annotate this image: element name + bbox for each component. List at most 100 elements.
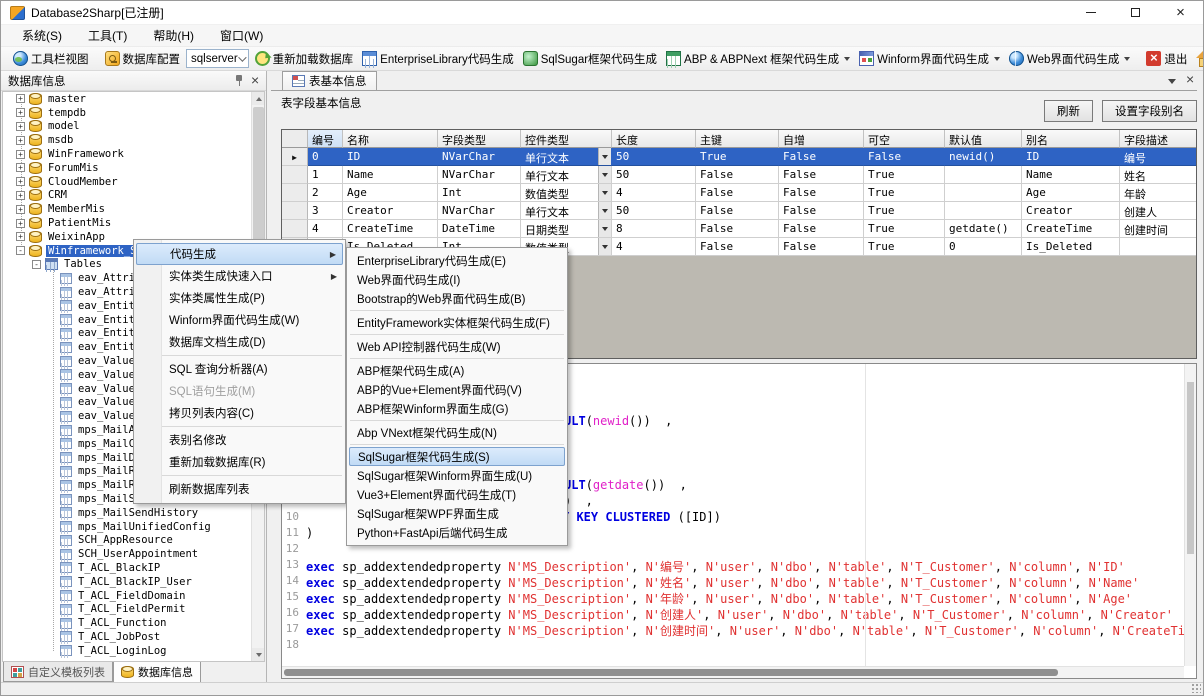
menubar-item-2[interactable]: 帮助(H)	[140, 25, 207, 46]
grid-cell[interactable]: 年龄	[1120, 184, 1197, 202]
grid-header-5[interactable]: 主键	[696, 130, 779, 148]
grid-cell[interactable]: getdate()	[945, 220, 1022, 238]
tab-database-info[interactable]: 数据库信息	[113, 661, 201, 683]
submenu-item-17[interactable]: SqlSugar框架WPF界面生成	[349, 504, 565, 523]
combo-dropdown-icon[interactable]	[598, 238, 611, 255]
expand-icon[interactable]: +	[16, 191, 25, 200]
context-menu-item-13[interactable]: 刷新数据库列表	[136, 478, 343, 500]
grid-cell[interactable]: 50	[612, 148, 696, 166]
grid-row[interactable]: 3CreatorNVarChar单行文本50FalseFalseTrueCrea…	[282, 202, 1196, 220]
context-menu-item-4[interactable]: 数据库文档生成(D)	[136, 331, 343, 353]
grid-cell[interactable]: 8	[612, 220, 696, 238]
grid-cell[interactable]: False	[779, 184, 864, 202]
grid-cell[interactable]: DateTime	[438, 220, 521, 238]
grid-cell[interactable]: Creator	[1022, 202, 1120, 220]
grid-cell[interactable]: True	[864, 238, 945, 256]
grid-cell[interactable]	[1120, 238, 1197, 256]
expand-icon[interactable]: +	[16, 108, 25, 117]
expand-icon[interactable]: +	[16, 205, 25, 214]
grid-cell[interactable]: True	[696, 148, 779, 166]
expand-icon[interactable]: +	[16, 136, 25, 145]
combo-dropdown-icon[interactable]	[598, 166, 611, 183]
grid-cell[interactable]: 数值类型	[521, 184, 612, 202]
code-vertical-scrollbar[interactable]	[1184, 364, 1196, 666]
grid-cell[interactable]: False	[779, 238, 864, 256]
grid-cell[interactable]: ID	[343, 148, 438, 166]
minimize-button[interactable]	[1068, 1, 1113, 24]
tree-item[interactable]: +model	[3, 120, 264, 134]
grid-cell[interactable]: 50	[612, 166, 696, 184]
grid-cell[interactable]: 单行文本	[521, 166, 612, 184]
tree-item[interactable]: +tempdb	[3, 106, 264, 120]
grid-cell[interactable]: NVarChar	[438, 148, 521, 166]
submenu-item-10[interactable]: ABP框架Winform界面生成(G)	[349, 399, 565, 418]
grid-cell[interactable]: Name	[343, 166, 438, 184]
dropdown-caret-icon[interactable]	[844, 57, 850, 61]
expand-icon[interactable]: +	[16, 150, 25, 159]
resize-grip-icon[interactable]	[1192, 684, 1201, 693]
grid-cell[interactable]	[945, 166, 1022, 184]
toolbar-button-winform-window[interactable]: Winform界面代码生成	[856, 49, 1003, 69]
grid-cell[interactable]: Creator	[343, 202, 438, 220]
grid-header-1[interactable]: 名称	[343, 130, 438, 148]
panel-close-icon[interactable]	[251, 74, 262, 87]
grid-header-7[interactable]: 可空	[864, 130, 945, 148]
grid-header-6[interactable]: 自增	[779, 130, 864, 148]
doc-close-icon[interactable]	[1186, 73, 1197, 86]
chevron-down-icon[interactable]	[1166, 74, 1178, 86]
expand-icon[interactable]: +	[16, 163, 25, 172]
tree-item[interactable]: SCH_AppResource	[3, 534, 264, 548]
tree-item[interactable]: mps_MailUnifiedConfig	[3, 520, 264, 534]
context-menu-item-8[interactable]: 拷贝列表内容(C)	[136, 402, 343, 424]
tree-item[interactable]: T_ACL_FieldPermit	[3, 602, 264, 616]
grid-cell[interactable]: 4	[612, 238, 696, 256]
grid-row[interactable]: 1NameNVarChar单行文本50FalseFalseTrueName姓名	[282, 166, 1196, 184]
menubar-item-0[interactable]: 系统(S)	[9, 25, 75, 46]
refresh-button[interactable]: 刷新	[1044, 100, 1093, 122]
toolbar-button-home[interactable]	[1193, 49, 1204, 68]
grid-header-8[interactable]: 默认值	[945, 130, 1022, 148]
grid-cell[interactable]: Is_Deleted	[1022, 238, 1120, 256]
submenu-item-8[interactable]: ABP框架代码生成(A)	[349, 361, 565, 380]
grid-cell[interactable]: False	[696, 166, 779, 184]
toolbar-button-sqlsugar[interactable]: SqlSugar框架代码生成	[520, 49, 660, 69]
tree-item[interactable]: T_ACL_LoginLog	[3, 644, 264, 658]
submenu-item-16[interactable]: Vue3+Element界面代码生成(T)	[349, 485, 565, 504]
grid-cell[interactable]: 0	[945, 238, 1022, 256]
grid-header-10[interactable]: 字段描述	[1120, 130, 1197, 148]
submenu-item-0[interactable]: EnterpriseLibrary代码生成(E)	[349, 251, 565, 270]
submenu-item-15[interactable]: SqlSugar框架Winform界面生成(U)	[349, 466, 565, 485]
grid-cell[interactable]: 单行文本	[521, 202, 612, 220]
grid-cell[interactable]: 4	[308, 220, 343, 238]
close-button[interactable]: ×	[1158, 1, 1203, 24]
combo-dropdown-icon[interactable]	[598, 202, 611, 219]
context-menu-item-10[interactable]: 表别名修改	[136, 429, 343, 451]
toolbar-button-enterprise-library[interactable]: EnterpriseLibrary代码生成	[359, 49, 517, 69]
grid-header-4[interactable]: 长度	[612, 130, 696, 148]
grid-cell[interactable]: 日期类型	[521, 220, 612, 238]
hscroll-thumb[interactable]	[284, 669, 1058, 676]
tree-item[interactable]: T_ACL_BlackIP_User	[3, 575, 264, 589]
scroll-down-icon[interactable]	[252, 648, 265, 661]
grid-cell[interactable]: ID	[1022, 148, 1120, 166]
grid-cell[interactable]: 4	[612, 184, 696, 202]
grid-cell[interactable]: True	[864, 166, 945, 184]
tree-item[interactable]: T_ACL_FieldDomain	[3, 589, 264, 603]
grid-cell[interactable]	[945, 202, 1022, 220]
grid-cell[interactable]: Name	[1022, 166, 1120, 184]
collapse-icon[interactable]: -	[32, 260, 41, 269]
grid-header-2[interactable]: 字段类型	[438, 130, 521, 148]
grid-cell[interactable]: False	[779, 148, 864, 166]
submenu-item-6[interactable]: Web API控制器代码生成(W)	[349, 337, 565, 356]
grid-cell[interactable]: 单行文本	[521, 148, 612, 166]
grid-cell[interactable]: NVarChar	[438, 202, 521, 220]
submenu-item-9[interactable]: ABP的Vue+Element界面代码(V)	[349, 380, 565, 399]
context-menu-item-1[interactable]: 实体类生成快速入口▶	[136, 265, 343, 287]
grid-cell[interactable]: False	[696, 184, 779, 202]
maximize-button[interactable]	[1113, 1, 1158, 24]
database-type-combo[interactable]: sqlserver	[186, 49, 249, 68]
tree-item[interactable]: T_ACL_Function	[3, 616, 264, 630]
tree-item[interactable]: +ForumMis	[3, 161, 264, 175]
combo-dropdown-icon[interactable]	[598, 220, 611, 237]
grid-header-9[interactable]: 别名	[1022, 130, 1120, 148]
